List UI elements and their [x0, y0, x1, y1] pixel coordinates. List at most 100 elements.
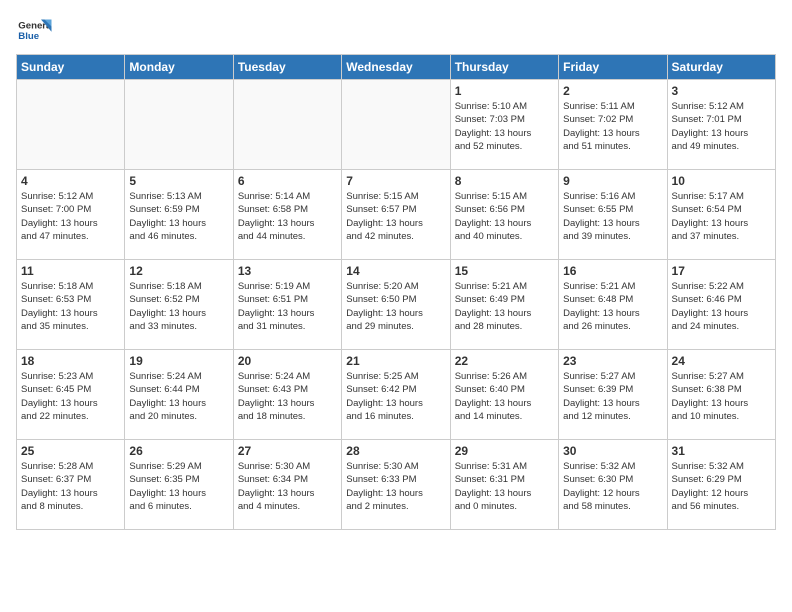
page-header: General Blue — [16, 16, 776, 44]
day-number: 21 — [346, 354, 445, 368]
day-number: 16 — [563, 264, 662, 278]
calendar-cell: 2 Sunrise: 5:11 AM Sunset: 7:02 PM Daylig… — [559, 80, 667, 170]
day-number: 18 — [21, 354, 120, 368]
calendar-cell: 8 Sunrise: 5:15 AM Sunset: 6:56 PM Daylig… — [450, 170, 558, 260]
day-number: 22 — [455, 354, 554, 368]
column-header-thursday: Thursday — [450, 55, 558, 80]
logo: General Blue — [16, 16, 58, 44]
calendar-cell: 11 Sunrise: 5:18 AM Sunset: 6:53 PM Dayli… — [17, 260, 125, 350]
day-info: Sunrise: 5:11 AM Sunset: 7:02 PM Dayligh… — [563, 100, 662, 153]
day-number: 26 — [129, 444, 228, 458]
day-info: Sunrise: 5:28 AM Sunset: 6:37 PM Dayligh… — [21, 460, 120, 513]
day-info: Sunrise: 5:29 AM Sunset: 6:35 PM Dayligh… — [129, 460, 228, 513]
day-info: Sunrise: 5:18 AM Sunset: 6:53 PM Dayligh… — [21, 280, 120, 333]
calendar-cell — [125, 80, 233, 170]
day-number: 3 — [672, 84, 771, 98]
day-info: Sunrise: 5:18 AM Sunset: 6:52 PM Dayligh… — [129, 280, 228, 333]
day-info: Sunrise: 5:31 AM Sunset: 6:31 PM Dayligh… — [455, 460, 554, 513]
calendar-cell: 20 Sunrise: 5:24 AM Sunset: 6:43 PM Dayli… — [233, 350, 341, 440]
calendar-cell: 27Sunrise: 5:30 AM Sunset: 6:34 PM Dayli… — [233, 440, 341, 530]
calendar-cell: 15 Sunrise: 5:21 AM Sunset: 6:49 PM Dayli… — [450, 260, 558, 350]
day-info: Sunrise: 5:20 AM Sunset: 6:50 PM Dayligh… — [346, 280, 445, 333]
day-number: 10 — [672, 174, 771, 188]
calendar-cell: 29 Sunrise: 5:31 AM Sunset: 6:31 PM Dayli… — [450, 440, 558, 530]
day-info: Sunrise: 5:32 AM Sunset: 6:30 PM Dayligh… — [563, 460, 662, 513]
calendar-cell — [342, 80, 450, 170]
logo-icon: General Blue — [16, 16, 52, 44]
calendar-cell: 18 Sunrise: 5:23 AM Sunset: 6:45 PM Dayli… — [17, 350, 125, 440]
day-number: 29 — [455, 444, 554, 458]
day-number: 9 — [563, 174, 662, 188]
day-info: Sunrise: 5:21 AM Sunset: 6:48 PM Dayligh… — [563, 280, 662, 333]
day-number: 2 — [563, 84, 662, 98]
calendar-cell: 23 Sunrise: 5:27 AM Sunset: 6:39 PM Dayli… — [559, 350, 667, 440]
day-number: 13 — [238, 264, 337, 278]
svg-text:Blue: Blue — [18, 31, 39, 42]
calendar-cell: 10 Sunrise: 5:17 AM Sunset: 6:54 PM Dayli… — [667, 170, 775, 260]
day-info: Sunrise: 5:26 AM Sunset: 6:40 PM Dayligh… — [455, 370, 554, 423]
day-number: 6 — [238, 174, 337, 188]
day-number: 15 — [455, 264, 554, 278]
calendar-cell — [233, 80, 341, 170]
calendar-cell: 17 Sunrise: 5:22 AM Sunset: 6:46 PM Dayli… — [667, 260, 775, 350]
column-header-friday: Friday — [559, 55, 667, 80]
day-info: Sunrise: 5:14 AM Sunset: 6:58 PM Dayligh… — [238, 190, 337, 243]
day-number: 8 — [455, 174, 554, 188]
day-info: Sunrise: 5:23 AM Sunset: 6:45 PM Dayligh… — [21, 370, 120, 423]
day-info: Sunrise: 5:24 AM Sunset: 6:43 PM Dayligh… — [238, 370, 337, 423]
day-info: Sunrise: 5:13 AM Sunset: 6:59 PM Dayligh… — [129, 190, 228, 243]
calendar-cell: 16 Sunrise: 5:21 AM Sunset: 6:48 PM Dayli… — [559, 260, 667, 350]
day-number: 31 — [672, 444, 771, 458]
calendar-cell: 21Sunrise: 5:25 AM Sunset: 6:42 PM Dayli… — [342, 350, 450, 440]
day-number: 20 — [238, 354, 337, 368]
day-number: 24 — [672, 354, 771, 368]
day-info: Sunrise: 5:12 AM Sunset: 7:00 PM Dayligh… — [21, 190, 120, 243]
calendar-table: SundayMondayTuesdayWednesdayThursdayFrid… — [16, 54, 776, 530]
day-number: 19 — [129, 354, 228, 368]
calendar-cell: 7Sunrise: 5:15 AM Sunset: 6:57 PM Daylig… — [342, 170, 450, 260]
day-number: 1 — [455, 84, 554, 98]
calendar-cell: 5 Sunrise: 5:13 AM Sunset: 6:59 PM Daylig… — [125, 170, 233, 260]
day-info: Sunrise: 5:30 AM Sunset: 6:33 PM Dayligh… — [346, 460, 445, 513]
column-header-saturday: Saturday — [667, 55, 775, 80]
day-info: Sunrise: 5:19 AM Sunset: 6:51 PM Dayligh… — [238, 280, 337, 333]
day-info: Sunrise: 5:15 AM Sunset: 6:56 PM Dayligh… — [455, 190, 554, 243]
calendar-cell: 1 Sunrise: 5:10 AM Sunset: 7:03 PM Daylig… — [450, 80, 558, 170]
day-info: Sunrise: 5:17 AM Sunset: 6:54 PM Dayligh… — [672, 190, 771, 243]
day-number: 7 — [346, 174, 445, 188]
day-info: Sunrise: 5:27 AM Sunset: 6:38 PM Dayligh… — [672, 370, 771, 423]
day-number: 30 — [563, 444, 662, 458]
calendar-cell — [17, 80, 125, 170]
day-number: 28 — [346, 444, 445, 458]
day-info: Sunrise: 5:27 AM Sunset: 6:39 PM Dayligh… — [563, 370, 662, 423]
calendar-cell: 28 Sunrise: 5:30 AM Sunset: 6:33 PM Dayli… — [342, 440, 450, 530]
day-info: Sunrise: 5:12 AM Sunset: 7:01 PM Dayligh… — [672, 100, 771, 153]
calendar-cell: 14Sunrise: 5:20 AM Sunset: 6:50 PM Dayli… — [342, 260, 450, 350]
column-header-sunday: Sunday — [17, 55, 125, 80]
day-number: 23 — [563, 354, 662, 368]
calendar-cell: 31 Sunrise: 5:32 AM Sunset: 6:29 PM Dayli… — [667, 440, 775, 530]
calendar-cell: 26 Sunrise: 5:29 AM Sunset: 6:35 PM Dayli… — [125, 440, 233, 530]
calendar-cell: 22 Sunrise: 5:26 AM Sunset: 6:40 PM Dayli… — [450, 350, 558, 440]
day-info: Sunrise: 5:22 AM Sunset: 6:46 PM Dayligh… — [672, 280, 771, 333]
column-header-wednesday: Wednesday — [342, 55, 450, 80]
day-number: 11 — [21, 264, 120, 278]
day-number: 27 — [238, 444, 337, 458]
calendar-cell: 25 Sunrise: 5:28 AM Sunset: 6:37 PM Dayli… — [17, 440, 125, 530]
day-info: Sunrise: 5:24 AM Sunset: 6:44 PM Dayligh… — [129, 370, 228, 423]
day-number: 12 — [129, 264, 228, 278]
day-info: Sunrise: 5:10 AM Sunset: 7:03 PM Dayligh… — [455, 100, 554, 153]
day-info: Sunrise: 5:21 AM Sunset: 6:49 PM Dayligh… — [455, 280, 554, 333]
day-number: 5 — [129, 174, 228, 188]
calendar-cell: 13 Sunrise: 5:19 AM Sunset: 6:51 PM Dayli… — [233, 260, 341, 350]
day-info: Sunrise: 5:16 AM Sunset: 6:55 PM Dayligh… — [563, 190, 662, 243]
day-number: 25 — [21, 444, 120, 458]
day-number: 17 — [672, 264, 771, 278]
calendar-cell: 9 Sunrise: 5:16 AM Sunset: 6:55 PM Daylig… — [559, 170, 667, 260]
calendar-cell: 19 Sunrise: 5:24 AM Sunset: 6:44 PM Dayli… — [125, 350, 233, 440]
calendar-cell: 3 Sunrise: 5:12 AM Sunset: 7:01 PM Daylig… — [667, 80, 775, 170]
column-header-tuesday: Tuesday — [233, 55, 341, 80]
day-info: Sunrise: 5:32 AM Sunset: 6:29 PM Dayligh… — [672, 460, 771, 513]
calendar-cell: 6 Sunrise: 5:14 AM Sunset: 6:58 PM Daylig… — [233, 170, 341, 260]
calendar-cell: 12 Sunrise: 5:18 AM Sunset: 6:52 PM Dayli… — [125, 260, 233, 350]
